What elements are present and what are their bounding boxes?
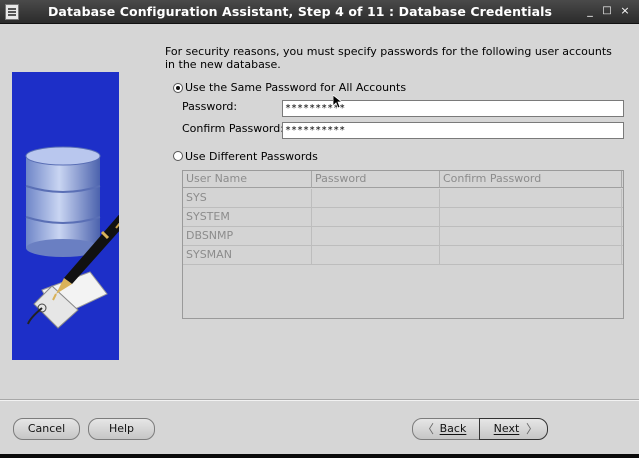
cell-confirm-password — [440, 189, 622, 208]
same-password-radio[interactable] — [173, 83, 183, 93]
table-row: DBSNMP — [183, 227, 623, 246]
confirm-password-label: Confirm Password: — [182, 122, 284, 135]
user-password-table: User Name Password Confirm Password SYS … — [182, 170, 624, 319]
instructions-text: For security reasons, you must specify p… — [165, 45, 612, 71]
mouse-pointer-icon — [333, 95, 343, 109]
back-button[interactable]: 〈 Back — [412, 418, 480, 440]
column-header-user-name: User Name — [183, 171, 312, 188]
cell-password — [312, 208, 440, 227]
wizard-illustration — [12, 72, 119, 360]
cell-user-name: SYSMAN — [183, 246, 312, 265]
cell-confirm-password — [440, 208, 622, 227]
title-bar[interactable]: Database Configuration Assistant, Step 4… — [0, 0, 639, 24]
cell-password — [312, 227, 440, 246]
next-button-label: Next — [493, 422, 520, 435]
help-button[interactable]: Help — [88, 418, 155, 440]
column-header-password: Password — [312, 171, 440, 188]
confirm-password-input[interactable]: ********** — [282, 122, 624, 139]
table-row: SYSMAN — [183, 246, 623, 265]
cell-confirm-password — [440, 227, 622, 246]
table-row: SYS — [183, 189, 623, 208]
back-button-label: Back — [439, 422, 467, 435]
cancel-button[interactable]: Cancel — [13, 418, 80, 440]
database-pen-icon — [25, 146, 119, 329]
window-title: Database Configuration Assistant, Step 4… — [47, 4, 553, 19]
minimize-icon[interactable]: _ — [583, 4, 597, 18]
maximize-icon[interactable]: □ — [600, 4, 614, 18]
cell-user-name: DBSNMP — [183, 227, 312, 246]
password-label: Password: — [182, 100, 238, 113]
cell-password — [312, 246, 440, 265]
column-header-confirm-password: Confirm Password — [440, 171, 622, 188]
next-button[interactable]: Next 〉 — [479, 418, 548, 440]
table-row: SYSTEM — [183, 208, 623, 227]
chevron-left-icon: 〈 — [422, 422, 435, 436]
footer-separator — [0, 399, 639, 401]
dbca-window: Database Configuration Assistant, Step 4… — [0, 0, 639, 458]
same-password-label[interactable]: Use the Same Password for All Accounts — [185, 81, 406, 94]
cell-password — [312, 189, 440, 208]
cell-confirm-password — [440, 246, 622, 265]
cell-user-name: SYSTEM — [183, 208, 312, 227]
window-bottom-edge — [0, 454, 639, 458]
close-icon[interactable]: × — [618, 4, 632, 18]
chevron-right-icon: 〉 — [525, 422, 538, 436]
different-passwords-label[interactable]: Use Different Passwords — [185, 150, 318, 163]
cell-user-name: SYS — [183, 189, 312, 208]
table-header: User Name Password Confirm Password — [183, 171, 623, 188]
different-passwords-radio[interactable] — [173, 151, 183, 161]
